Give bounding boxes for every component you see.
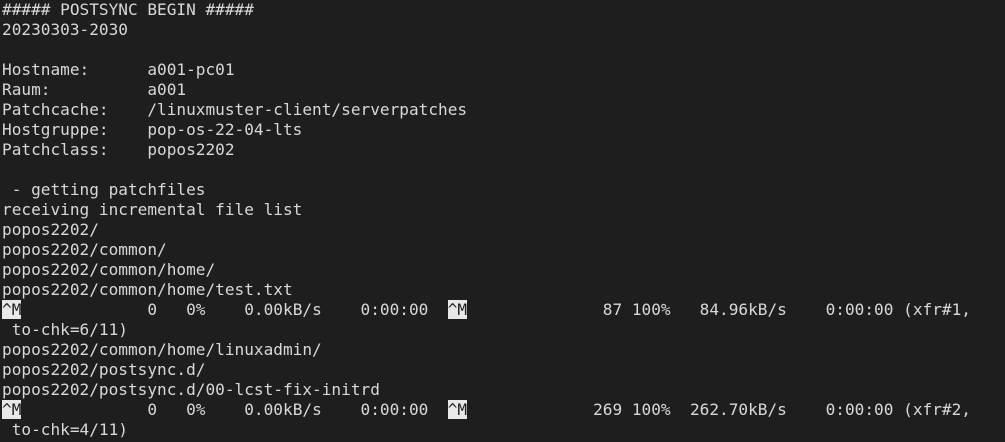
transfer-progress-line: ^M 0 0% 0.00kB/s 0:00:00 ^M 269 100% 262… xyxy=(2,400,1005,420)
file-entry-line: popos2202/common/home/linuxadmin/ xyxy=(2,340,322,359)
incremental-file-list-line: receiving incremental file list xyxy=(2,200,303,219)
getting-patchfiles-line: - getting patchfiles xyxy=(2,180,206,199)
progress-initial-text: 0 0% 0.00kB/s 0:00:00 xyxy=(21,300,448,319)
transfer-progress-wrap-line: to-chk=6/11) xyxy=(2,320,128,339)
progress-final-text: 269 100% 262.70kB/s 0:00:00 (xfr#2, xyxy=(467,400,971,419)
carriage-return-marker: ^M xyxy=(447,400,468,419)
progress-initial-text: 0 0% 0.00kB/s 0:00:00 xyxy=(21,400,448,419)
carriage-return-marker: ^M xyxy=(2,300,22,319)
transfer-progress-line: ^M 0 0% 0.00kB/s 0:00:00 ^M 87 100% 84.9… xyxy=(2,300,1005,320)
postsync-header-line: ##### POSTSYNC BEGIN ##### xyxy=(2,0,254,19)
terminal-output[interactable]: ##### POSTSYNC BEGIN ##### 20230303-2030… xyxy=(0,0,1005,442)
patchclass-line: Patchclass: popos2202 xyxy=(2,140,235,159)
progress-final-text: 87 100% 84.96kB/s 0:00:00 (xfr#1, xyxy=(467,300,971,319)
raum-line: Raum: a001 xyxy=(2,80,187,99)
file-entry-line: popos2202/postsync.d/00-lcst-fix-initrd xyxy=(2,380,380,399)
file-entry-line: popos2202/postsync.d/ xyxy=(2,360,206,379)
hostgruppe-line: Hostgruppe: pop-os-22-04-lts xyxy=(2,120,303,139)
carriage-return-marker: ^M xyxy=(2,400,22,419)
patchcache-line: Patchcache: /linuxmuster-client/serverpa… xyxy=(2,100,468,119)
file-entry-line: popos2202/common/home/test.txt xyxy=(2,280,293,299)
file-entry-line: popos2202/common/ xyxy=(2,240,167,259)
file-entry-line: popos2202/ xyxy=(2,220,99,239)
carriage-return-marker: ^M xyxy=(447,300,468,319)
transfer-progress-wrap-line: to-chk=4/11) xyxy=(2,420,128,439)
timestamp-line: 20230303-2030 xyxy=(2,20,128,39)
hostname-line: Hostname: a001-pc01 xyxy=(2,60,235,79)
file-entry-line: popos2202/common/home/ xyxy=(2,260,216,279)
